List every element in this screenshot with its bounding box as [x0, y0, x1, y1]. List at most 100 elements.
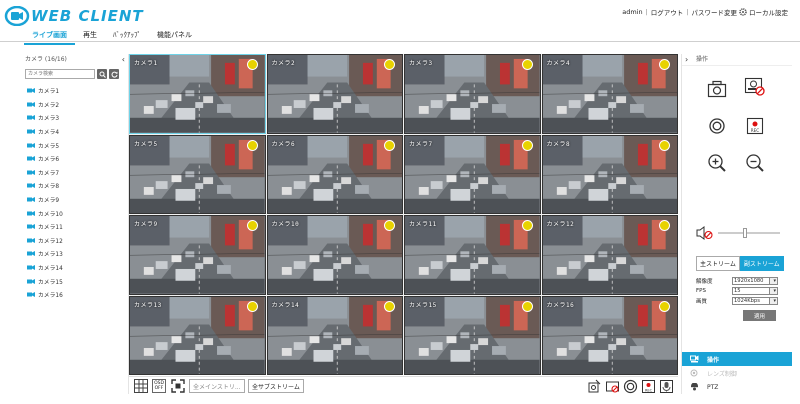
menu-operation[interactable]: 操作 [682, 352, 792, 366]
zoom-out-button[interactable] [744, 152, 766, 174]
camera-list-item[interactable]: カメラ7 [27, 166, 63, 180]
camera-icon [27, 142, 35, 148]
sub-stream-tab[interactable]: 副ストリーム [739, 256, 784, 271]
rec-button[interactable]: REC [640, 378, 656, 394]
operation-panel-title: 操作 [696, 56, 709, 63]
record-button[interactable] [706, 115, 728, 137]
gear-icon[interactable] [739, 8, 747, 16]
video-tile[interactable]: カメラ1 [129, 54, 266, 134]
video-tile[interactable]: カメラ8 [541, 134, 678, 214]
camera-list-label: カメラ12 [38, 238, 63, 245]
resolution-select[interactable]: 1920x1080 ▾ [732, 276, 778, 285]
camera-list-item[interactable]: カメラ16 [27, 288, 63, 302]
video-tile-label: カメラ6 [271, 140, 296, 148]
snapshot-button[interactable] [706, 78, 728, 100]
camera-search-row [25, 69, 119, 79]
camera-list-item[interactable]: カメラ5 [27, 138, 63, 152]
main-stream-tab[interactable]: 主ストリーム [696, 256, 740, 271]
camera-list-item[interactable]: カメラ14 [27, 261, 63, 275]
tab-playback[interactable]: 再生 [75, 28, 105, 45]
camera-list-label: カメラ1 [38, 89, 60, 96]
video-tile-label: カメラ11 [409, 221, 437, 228]
zoom-in-button[interactable] [706, 152, 728, 174]
change-password-link[interactable]: パスワード変更 [692, 7, 738, 17]
camera-icon [27, 115, 35, 121]
camera-list-item[interactable]: カメラ2 [27, 98, 63, 112]
camera-list-item[interactable]: カメラ6 [27, 152, 63, 166]
camera-list-item[interactable]: カメラ8 [27, 179, 63, 193]
camera-list-label: カメラ4 [38, 130, 60, 137]
camera-icon [27, 224, 35, 230]
video-tile[interactable]: カメラ13 [129, 295, 266, 375]
volume-track[interactable] [718, 232, 780, 234]
video-tile[interactable]: カメラ11 [404, 215, 541, 295]
refresh-icon [111, 71, 117, 78]
camera-list-item[interactable]: カメラ12 [27, 234, 63, 248]
camera-icon [27, 88, 35, 94]
operation-menu: 操作 レンズ制御 PTZ [682, 352, 792, 394]
camera-list-item[interactable]: カメラ9 [27, 193, 63, 207]
camera-list-label: カメラ10 [38, 211, 63, 218]
camera-list-item[interactable]: カメラ11 [27, 220, 63, 234]
record-all-button[interactable] [622, 378, 638, 394]
camera-list-item[interactable]: カメラ13 [27, 247, 63, 261]
collapse-left-icon[interactable]: ‹ [122, 54, 125, 65]
video-tile[interactable]: カメラ12 [541, 215, 678, 295]
tab-function-panel[interactable]: 機能パネル [149, 28, 200, 45]
record-icon [623, 379, 637, 393]
camera-list-item[interactable]: カメラ1 [27, 84, 63, 98]
video-tile[interactable]: カメラ2 [266, 54, 403, 134]
fps-select[interactable]: 15 ▾ [732, 286, 778, 295]
camera-list-label: カメラ7 [38, 170, 60, 177]
video-tile[interactable]: カメラ7 [404, 134, 541, 214]
stop-preview-button[interactable] [604, 378, 620, 394]
search-button[interactable] [97, 69, 107, 79]
volume-slider-handle[interactable] [742, 228, 747, 238]
menu-lens-control[interactable]: レンズ制御 [682, 366, 792, 380]
bitrate-select[interactable]: 1024Kbps ▾ [732, 296, 778, 305]
camera-logo-icon [4, 6, 30, 26]
camera-list-item[interactable]: カメラ15 [27, 274, 63, 288]
video-tile[interactable]: カメラ15 [404, 295, 541, 375]
video-tile[interactable]: カメラ16 [541, 295, 678, 375]
tab-backup[interactable]: ﾊﾞｯｸｱｯﾌﾟ [105, 28, 149, 45]
fullscreen-button[interactable] [170, 378, 186, 394]
local-settings-link[interactable]: ローカル設定 [749, 7, 788, 17]
video-tile[interactable]: カメラ10 [266, 215, 403, 295]
video-tile[interactable]: カメラ14 [266, 295, 403, 375]
menu-ptz[interactable]: PTZ [682, 380, 792, 394]
collapse-right-icon[interactable]: › [685, 54, 688, 65]
chevron-down-icon: ▾ [773, 287, 776, 294]
all-main-stream-button[interactable]: 全メインストリ... [189, 379, 245, 393]
video-tile[interactable]: カメラ4 [541, 54, 678, 134]
manual-record-button[interactable]: REC [744, 115, 766, 137]
video-tile[interactable]: カメラ5 [129, 134, 266, 214]
app-logo: WEB CLIENT [4, 6, 154, 26]
camera-list-item[interactable]: カメラ4 [27, 125, 63, 139]
layout-split-button[interactable] [133, 378, 149, 394]
apply-button[interactable]: 適用 [743, 310, 776, 321]
operation-panel-header: › 操作 [682, 54, 792, 66]
video-tile[interactable]: カメラ3 [404, 54, 541, 134]
video-tile[interactable]: カメラ9 [129, 215, 266, 295]
camera-list-item[interactable]: カメラ3 [27, 111, 63, 125]
tab-live-view[interactable]: ライブ画面 [24, 28, 75, 45]
status-indicator-icon [246, 220, 258, 231]
all-sub-stream-button[interactable]: 全サブストリーム [248, 379, 304, 393]
video-tile-label: カメラ14 [271, 301, 300, 309]
talk-button[interactable] [658, 378, 674, 394]
osd-toggle-button[interactable]: OSD OFF [152, 379, 166, 393]
microphone-icon [659, 379, 673, 393]
logout-link[interactable]: ログアウト [651, 7, 684, 17]
snapshot-all-button[interactable] [586, 378, 602, 394]
ptz-dome-icon [691, 383, 698, 391]
search-icon [99, 71, 106, 78]
username: admin [622, 8, 643, 16]
speaker-muted-icon[interactable] [696, 226, 714, 240]
camera-list-item[interactable]: カメラ10 [27, 206, 63, 220]
camera-icon [27, 197, 35, 203]
refresh-button[interactable] [109, 69, 119, 79]
camera-search-input[interactable] [25, 69, 95, 79]
close-preview-button[interactable] [744, 76, 766, 98]
video-tile[interactable]: カメラ6 [266, 134, 403, 214]
